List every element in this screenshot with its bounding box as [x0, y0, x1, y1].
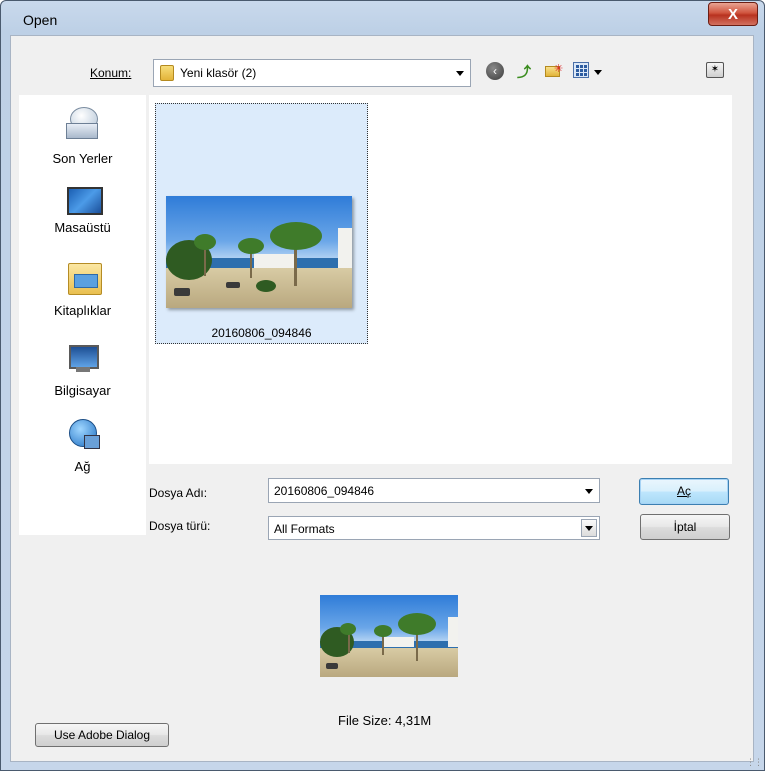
title-bar[interactable]: Open X [1, 1, 764, 35]
back-arrow-icon[interactable]: ‹ [486, 62, 504, 80]
cancel-button[interactable]: İptal [640, 514, 730, 540]
computer-icon [67, 345, 99, 375]
place-label: Son Yerler [52, 151, 113, 166]
chevron-down-icon[interactable] [456, 71, 464, 76]
file-type-value: All Formats [274, 522, 335, 536]
window-title: Open [23, 12, 58, 28]
view-menu-icon[interactable] [573, 62, 589, 78]
file-type-label: Dosya türü: [149, 519, 211, 533]
place-ag[interactable]: Ağ [19, 417, 146, 477]
file-item[interactable]: 20160806_094846 [155, 103, 368, 344]
file-name-label: Dosya Adı: [149, 486, 208, 500]
recent-places-icon [66, 105, 102, 139]
file-name-field[interactable]: 20160806_094846 [268, 478, 600, 503]
preview-image [320, 595, 458, 677]
open-button-label: Aç [676, 484, 691, 498]
file-type-select[interactable]: All Formats [268, 516, 600, 540]
location-combo[interactable]: Yeni klasör (2) [153, 59, 471, 87]
places-bar: Son Yerler Masaüstü Kitaplıklar Bilgisay… [19, 95, 146, 535]
location-folder-name: Yeni klasör (2) [180, 66, 257, 80]
adobe-button-label: Use Adobe Dialog [53, 728, 151, 742]
folder-icon [160, 65, 174, 81]
desktop-icon[interactable]: ✶ [706, 62, 724, 78]
place-label: Bilgisayar [54, 383, 111, 398]
up-folder-icon[interactable]: ⤴ [514, 62, 534, 82]
location-label-text: Konum: [90, 66, 132, 80]
location-label: Konum: [90, 66, 131, 80]
resize-grip-icon[interactable]: ⋮⋮ [746, 757, 763, 768]
open-button[interactable]: Aç [639, 478, 729, 505]
place-label: Ağ [74, 459, 91, 474]
new-folder-icon[interactable]: ✳ [543, 61, 563, 81]
view-dropdown-icon[interactable] [594, 70, 602, 75]
place-label: Kitaplıklar [53, 303, 112, 318]
place-son-yerler[interactable]: Son Yerler [19, 105, 146, 175]
chevron-down-icon[interactable] [585, 489, 593, 494]
place-bilgisayar[interactable]: Bilgisayar [19, 345, 146, 405]
file-size-label: File Size: 4,31M [338, 713, 432, 728]
use-adobe-dialog-button[interactable]: Use Adobe Dialog [35, 723, 169, 747]
file-name-value[interactable]: 20160806_094846 [274, 484, 374, 498]
cancel-button-label: İptal [673, 520, 697, 534]
file-thumbnail [166, 196, 352, 308]
file-item-name: 20160806_094846 [211, 326, 312, 340]
close-button[interactable]: X [708, 2, 758, 26]
place-masaustu[interactable]: Masaüstü [19, 185, 146, 245]
network-icon [66, 417, 100, 451]
libraries-icon [68, 263, 102, 295]
place-label: Masaüstü [54, 220, 111, 235]
place-kitapliklar[interactable]: Kitaplıklar [19, 263, 146, 325]
desktop-icon [67, 187, 103, 215]
chevron-down-icon [585, 526, 593, 531]
file-type-dropdown-button[interactable] [581, 519, 597, 537]
